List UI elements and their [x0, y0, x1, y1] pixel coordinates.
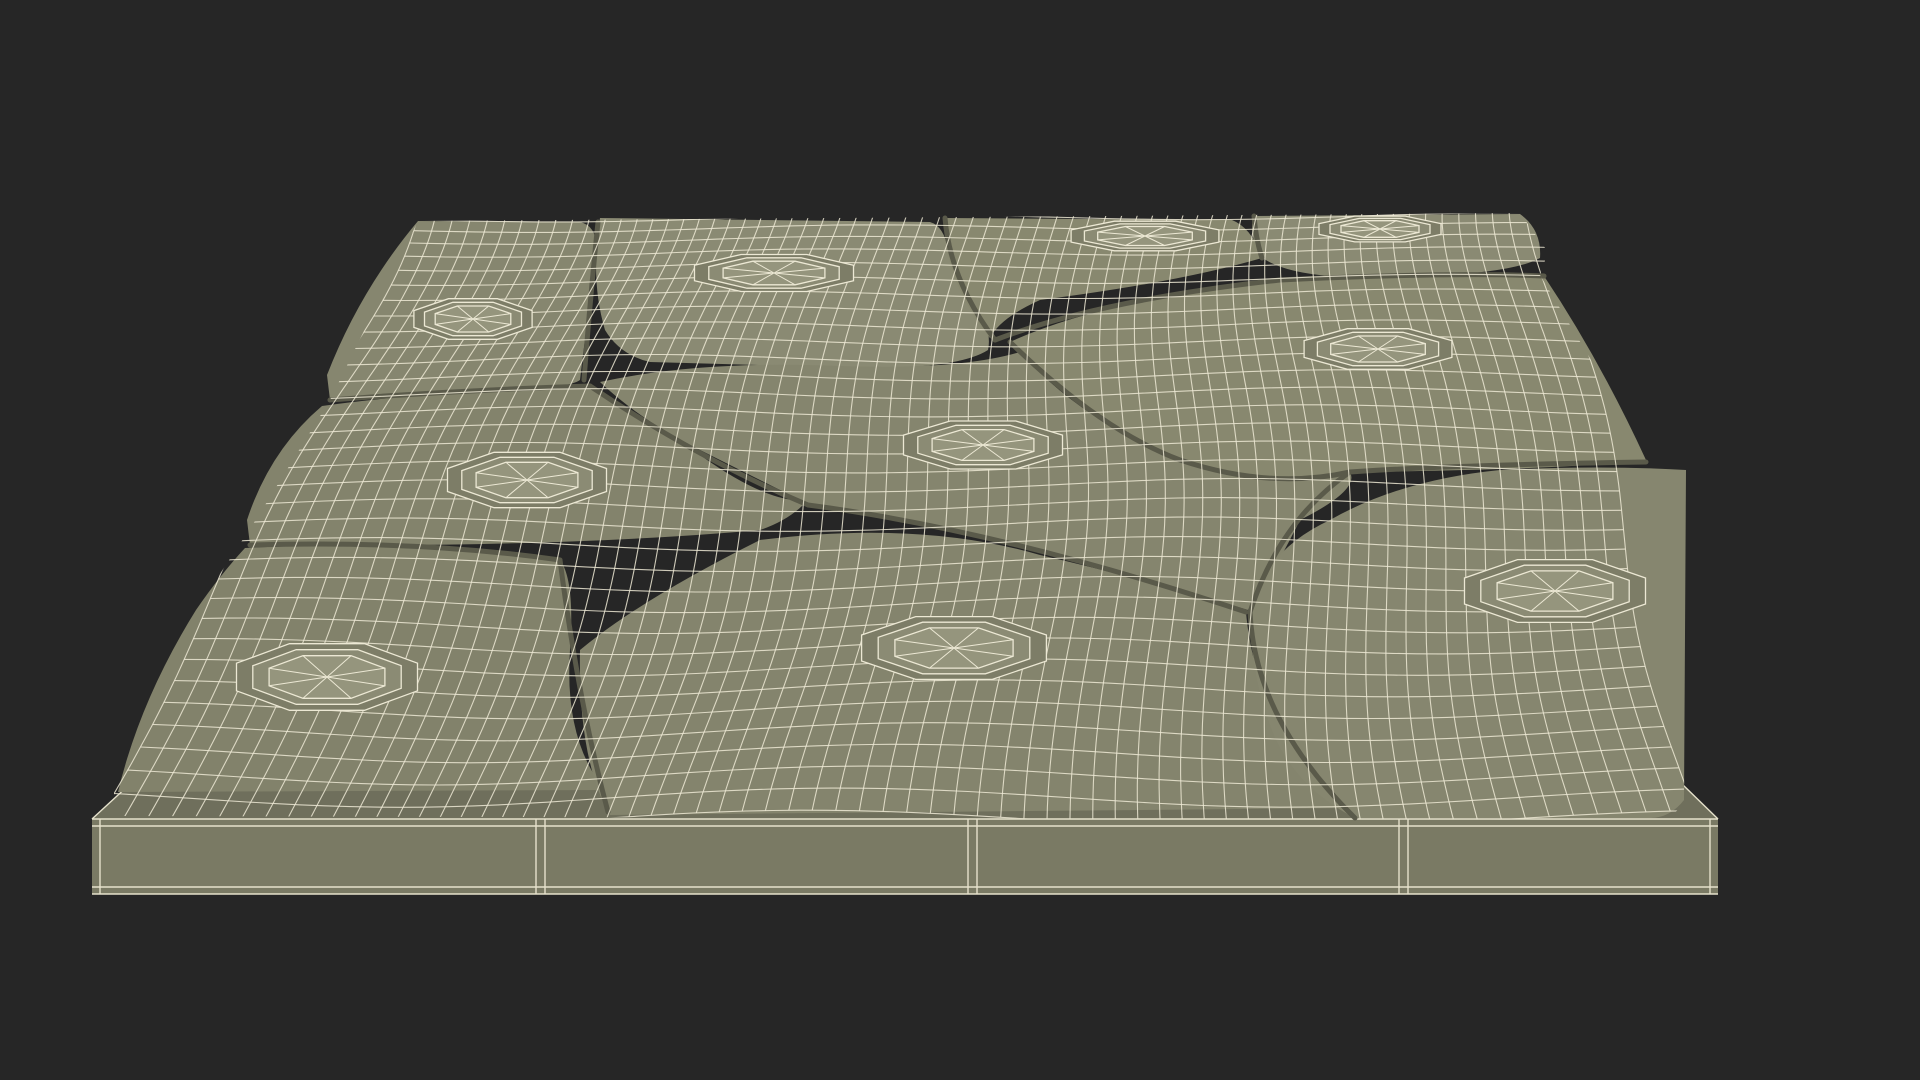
tufting-button — [693, 253, 855, 293]
tufting-button — [860, 615, 1048, 681]
tufting-button — [413, 298, 533, 340]
tufting-button — [235, 643, 419, 711]
tufting-button — [902, 420, 1064, 470]
tufting-button — [1303, 328, 1453, 370]
tufting-button — [1070, 220, 1220, 252]
tufting-button — [1463, 558, 1647, 624]
mattress-render-canvas — [0, 0, 1920, 1080]
tufting-button — [446, 451, 608, 509]
base-front-face — [92, 819, 1718, 894]
tufting-button — [1318, 215, 1442, 243]
